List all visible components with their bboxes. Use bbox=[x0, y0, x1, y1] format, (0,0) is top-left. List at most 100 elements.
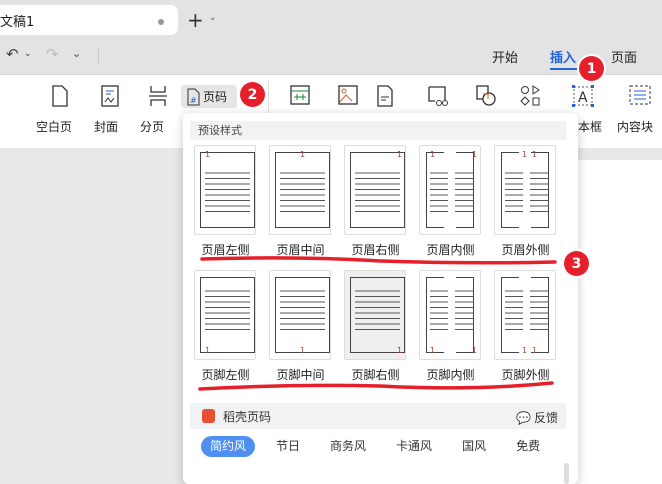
undo-dropdown-icon[interactable]: ⌄ bbox=[24, 49, 32, 59]
page-number-mark: 1 bbox=[397, 150, 402, 159]
category-chip[interactable]: 国风 bbox=[453, 436, 495, 457]
redo-icon[interactable]: ↷ bbox=[46, 45, 59, 63]
page-number-mark: 1 bbox=[522, 150, 527, 159]
category-chip[interactable]: 卡通风 bbox=[387, 436, 441, 457]
category-chip[interactable]: 节日 bbox=[267, 436, 309, 457]
page-break-button[interactable] bbox=[138, 85, 178, 107]
page-number-icon: # bbox=[187, 88, 200, 105]
page-number-style-footer-right[interactable]: 1 bbox=[344, 270, 406, 360]
tab-insert[interactable]: 插入 bbox=[550, 47, 576, 66]
page-number-mark: 1 bbox=[472, 346, 477, 355]
page-number-mark: 1 bbox=[300, 346, 305, 355]
page-number-style-footer-left[interactable]: 1 bbox=[194, 270, 256, 360]
page-number-mark: 1 bbox=[472, 150, 477, 159]
picture-button[interactable] bbox=[328, 85, 368, 105]
document-icon bbox=[377, 85, 393, 107]
text-doc-button[interactable] bbox=[365, 85, 405, 107]
svg-text:#: # bbox=[190, 96, 197, 105]
style-label[interactable]: 页脚左侧 bbox=[188, 366, 263, 383]
chevron-down-icon[interactable]: ⌄ bbox=[209, 13, 217, 23]
category-chip[interactable]: 简约风 bbox=[201, 436, 256, 457]
style-label[interactable]: 页眉左侧 bbox=[188, 241, 263, 258]
page-number-mark: 1 bbox=[532, 346, 537, 355]
content-block-icon bbox=[629, 85, 651, 105]
page-number-style-header-inside[interactable]: 11 bbox=[419, 145, 481, 235]
page-number-style-header-right[interactable]: 1 bbox=[344, 145, 406, 235]
text-box-icon: A bbox=[572, 85, 594, 107]
more-icon[interactable]: ⌄ bbox=[72, 47, 81, 60]
page-number-mark: 1 bbox=[300, 150, 305, 159]
page-number-style-footer-inside[interactable]: 11 bbox=[419, 270, 481, 360]
style-label[interactable]: 页脚右侧 bbox=[338, 366, 413, 383]
table-icon bbox=[290, 85, 310, 105]
page-number-label: 页码 bbox=[203, 90, 228, 104]
style-label[interactable]: 页脚外侧 bbox=[488, 366, 563, 383]
document-tab-label: 文稿1 bbox=[0, 14, 35, 30]
page-break-icon bbox=[149, 86, 167, 106]
icon-library-icon bbox=[520, 85, 540, 106]
style-label[interactable]: 页眉外侧 bbox=[488, 241, 563, 258]
content-block-button[interactable] bbox=[620, 85, 660, 105]
page-number-mark: 1 bbox=[430, 346, 435, 355]
content-block-label[interactable]: 内容块 bbox=[617, 118, 653, 135]
blank-page-icon bbox=[52, 85, 68, 107]
page-number-mark: 1 bbox=[205, 346, 210, 355]
icons-button[interactable] bbox=[511, 85, 551, 107]
page-number-style-header-center[interactable]: 1 bbox=[269, 145, 331, 235]
category-chips: 简约风 节日 商务风 卡通风 国风 免费 bbox=[201, 436, 561, 457]
active-tab-indicator bbox=[550, 68, 577, 70]
page-number-mark: 1 bbox=[205, 150, 210, 159]
preset-styles-heading: 预设样式 bbox=[190, 121, 566, 140]
category-chip[interactable]: 免费 bbox=[507, 436, 549, 457]
style-label[interactable]: 页眉内侧 bbox=[413, 241, 488, 258]
category-chip[interactable]: 商务风 bbox=[321, 436, 375, 457]
text-box-button[interactable]: A bbox=[563, 85, 603, 107]
docer-brand-label: 稻壳页码 bbox=[223, 409, 272, 424]
page-number-button[interactable]: # 页码 bbox=[181, 85, 237, 108]
page-number-mark: 1 bbox=[522, 346, 527, 355]
screenshot-button[interactable] bbox=[418, 85, 458, 107]
new-tab-button[interactable]: + bbox=[187, 8, 204, 32]
svg-text:A: A bbox=[578, 90, 588, 106]
cover-button[interactable] bbox=[90, 85, 130, 107]
page-number-dropdown: 预设样式 1 页眉左侧 1 页眉中间 1 页眉右侧 1 1 页眉内侧 1 1 页眉外侧 1 页脚左侧 1 页脚… bbox=[183, 113, 578, 484]
page-break-label[interactable]: 分页 bbox=[140, 118, 164, 135]
divider bbox=[98, 47, 99, 65]
docer-page-number-bar: 稻壳页码 💬 反馈 bbox=[190, 403, 566, 429]
docer-logo-icon bbox=[202, 409, 215, 423]
undo-icon[interactable]: ↶ bbox=[6, 45, 19, 63]
unsaved-dot-icon[interactable] bbox=[158, 19, 164, 25]
scrollbar[interactable] bbox=[564, 463, 569, 484]
page-number-mark: 1 bbox=[430, 150, 435, 159]
feedback-button[interactable]: 💬 反馈 bbox=[516, 409, 558, 426]
document-tab[interactable]: 文稿1 bbox=[0, 5, 178, 35]
feedback-label: 反馈 bbox=[533, 411, 558, 425]
table-button[interactable] bbox=[280, 85, 320, 105]
chat-bubble-icon: 💬 bbox=[516, 410, 531, 425]
style-label[interactable]: 页脚内侧 bbox=[413, 366, 488, 383]
text-box-label[interactable]: 本框 bbox=[578, 118, 602, 135]
cover-label[interactable]: 封面 bbox=[94, 118, 118, 135]
quick-toolbar: ↶ ⌄ ↷ ⌄ 开始 插入 页面 bbox=[0, 37, 662, 75]
style-label[interactable]: 页眉右侧 bbox=[338, 241, 413, 258]
tab-start[interactable]: 开始 bbox=[492, 47, 518, 66]
page-number-style-footer-center[interactable]: 1 bbox=[269, 270, 331, 360]
style-label[interactable]: 页眉中间 bbox=[263, 241, 338, 258]
page-number-mark: 1 bbox=[397, 346, 402, 355]
page-number-mark: 1 bbox=[532, 150, 537, 159]
step-badge-1: 1 bbox=[579, 56, 604, 81]
blank-page-button[interactable] bbox=[40, 85, 80, 107]
shape-button[interactable] bbox=[466, 85, 506, 107]
step-badge-2: 2 bbox=[240, 82, 265, 107]
tab-page[interactable]: 页面 bbox=[611, 47, 637, 66]
scissors-icon bbox=[428, 86, 448, 106]
style-label[interactable]: 页脚中间 bbox=[263, 366, 338, 383]
blank-page-label[interactable]: 空白页 bbox=[36, 118, 72, 135]
page-number-style-header-left[interactable]: 1 bbox=[194, 145, 256, 235]
shape-icon bbox=[476, 85, 496, 106]
page-number-style-footer-outside[interactable]: 11 bbox=[494, 270, 556, 360]
picture-icon bbox=[338, 85, 358, 105]
title-bar: 文稿1 + ⌄ bbox=[0, 0, 662, 37]
step-badge-3: 3 bbox=[564, 251, 589, 276]
page-number-style-header-outside[interactable]: 11 bbox=[494, 145, 556, 235]
